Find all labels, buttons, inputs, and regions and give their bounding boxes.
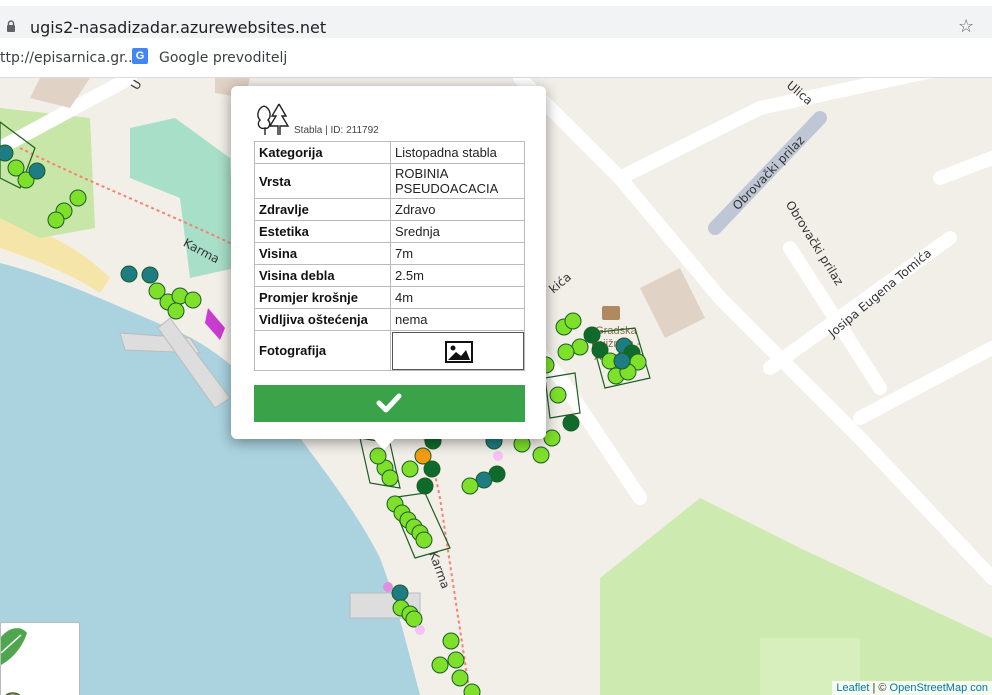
bookmark-star-icon[interactable]: ☆ xyxy=(958,16,974,37)
lock-icon xyxy=(7,20,15,32)
show-photo-button[interactable] xyxy=(391,331,524,370)
check-icon xyxy=(376,393,402,413)
attr-key: Visina debla xyxy=(254,264,391,287)
attr-value: 4m xyxy=(390,286,525,309)
attr-key: Vrsta xyxy=(254,163,391,199)
attr-key: Vidljiva oštećenja xyxy=(254,308,391,331)
popup-tip xyxy=(372,437,396,450)
photo-cell xyxy=(390,330,525,371)
table-row: Estetika Srednja xyxy=(254,220,525,243)
attr-key: Zdravlje xyxy=(254,198,391,221)
table-row: Visina 7m xyxy=(254,242,525,265)
image-icon xyxy=(444,340,473,363)
trees-icon xyxy=(257,103,290,135)
browser-address-bar: ugis2-nasadizadar.azurewebsites.net ☆ xyxy=(0,0,992,40)
table-row: Kategorija Listopadna stabla xyxy=(254,141,525,164)
logo-leaf-icon xyxy=(1,628,27,665)
attr-value: Listopadna stabla xyxy=(390,141,525,164)
bookmark-label: Google prevoditelj xyxy=(159,50,288,66)
attr-value: 7m xyxy=(390,242,525,265)
photo-label: Fotografija xyxy=(254,330,391,371)
attr-value: 2.5m xyxy=(390,264,525,287)
bookmark-episarnica[interactable]: ttp://episarnica.gr... xyxy=(0,50,137,66)
table-row: Vrsta ROBINIA PSEUDOACACIA xyxy=(254,163,525,199)
attribution-separator: | © xyxy=(869,682,890,694)
tree-attributes-table: Kategorija Listopadna stabla Vrsta ROBINIA… xyxy=(254,141,525,371)
attr-key: Promjer krošnje xyxy=(254,286,391,309)
tree-info-popup: Stabla | ID: 211792 Kategorija Listopadna… xyxy=(231,86,546,439)
table-row: Zdravlje Zdravo xyxy=(254,198,525,221)
attr-value: ROBINIA PSEUDOACACIA xyxy=(390,163,525,199)
osm-link[interactable]: OpenStreetMap con xyxy=(890,682,988,694)
leaflet-link[interactable]: Leaflet xyxy=(836,682,869,694)
url-text: ugis2-nasadizadar.azurewebsites.net xyxy=(30,18,327,37)
green-logo: Green xyxy=(0,622,80,695)
logo-text: Green xyxy=(1,687,80,695)
map-attribution: Leaflet | © OpenStreetMap con xyxy=(832,681,992,695)
attr-value: Srednja xyxy=(390,220,525,243)
bookmark-google-translate[interactable]: Google prevoditelj xyxy=(135,50,287,66)
attr-key: Visina xyxy=(254,242,391,265)
attr-value: nema xyxy=(390,308,525,331)
table-row: Vidljiva oštećenja nema xyxy=(254,308,525,331)
attr-value: Zdravo xyxy=(390,198,525,221)
attr-key: Estetika xyxy=(254,220,391,243)
confirm-button[interactable] xyxy=(254,385,525,422)
bookmarks-bar: ttp://episarnica.gr... G Google prevodit… xyxy=(0,40,992,78)
popup-subtitle: Stabla | ID: 211792 xyxy=(294,125,379,136)
table-row: Visina debla 2.5m xyxy=(254,264,525,287)
table-row: Promjer krošnje 4m xyxy=(254,286,525,309)
table-row: Fotografija xyxy=(254,330,525,371)
attr-key: Kategorija xyxy=(254,141,391,164)
url-field[interactable]: ugis2-nasadizadar.azurewebsites.net ☆ xyxy=(0,6,992,38)
